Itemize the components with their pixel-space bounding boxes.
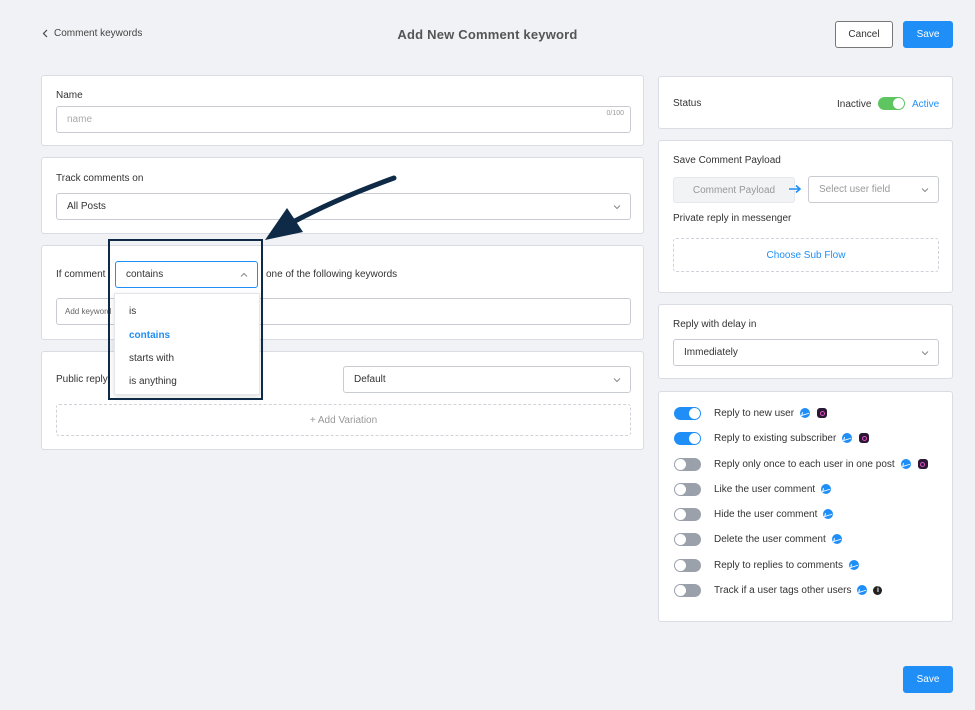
info-icon[interactable]: i xyxy=(873,585,883,595)
status-active-label: Active xyxy=(912,99,940,110)
toggle-knob xyxy=(675,509,686,520)
messenger-icon xyxy=(831,534,842,545)
page-title: Add New Comment keyword xyxy=(397,27,578,42)
track-tags-label: Track if a user tags other users xyxy=(714,585,852,596)
character-counter: 0/100 xyxy=(606,110,624,117)
public-reply-select[interactable]: Default xyxy=(343,366,631,393)
reply-once-toggle[interactable] xyxy=(674,458,701,471)
public-reply-label: Public reply xyxy=(56,374,108,385)
operator-dropdown-menu: is contains starts with is anything xyxy=(114,293,260,395)
reply-once-option: Reply only once to each user in one post xyxy=(714,459,928,470)
chevron-down-icon xyxy=(921,350,929,355)
track-comments-value: All Posts xyxy=(67,201,106,212)
delete-comment-label: Delete the user comment xyxy=(714,534,826,545)
keyword-placeholder: Add keyword xyxy=(65,307,112,316)
reply-existing-subscriber-option: Reply to existing subscriber xyxy=(714,433,870,444)
delete-comment-option: Delete the user comment xyxy=(714,534,842,545)
cancel-button[interactable]: Cancel xyxy=(835,21,893,48)
reply-existing-subscriber-toggle[interactable] xyxy=(674,432,701,445)
status-inactive-label: Inactive xyxy=(837,99,872,110)
delay-label: Reply with delay in xyxy=(673,319,757,330)
reply-once-label: Reply only once to each user in one post xyxy=(714,459,895,470)
messenger-icon xyxy=(823,509,834,520)
payload-card: Save Comment Payload Comment Payload Sel… xyxy=(658,140,953,293)
add-variation-label: + Add Variation xyxy=(309,414,378,426)
toggle-knob xyxy=(893,98,904,109)
delay-select[interactable]: Immediately xyxy=(673,339,939,366)
chevron-down-icon xyxy=(613,204,621,209)
reply-to-replies-toggle[interactable] xyxy=(674,559,701,572)
private-reply-label: Private reply in messenger xyxy=(673,213,792,224)
hide-comment-toggle[interactable] xyxy=(674,508,701,521)
track-tags-option: Track if a user tags other users i xyxy=(714,585,883,596)
reply-new-user-toggle[interactable] xyxy=(674,407,701,420)
chevron-down-icon xyxy=(613,377,621,382)
delay-value: Immediately xyxy=(684,347,738,358)
operator-value: contains xyxy=(126,269,164,280)
track-tags-toggle[interactable] xyxy=(674,584,701,597)
instagram-icon xyxy=(817,408,828,419)
operator-option-starts-with[interactable]: starts with xyxy=(129,353,174,364)
delay-card: Reply with delay in Immediately xyxy=(658,304,953,379)
instagram-icon xyxy=(859,433,870,444)
toggle-knob xyxy=(689,433,700,444)
condition-prefix: If comment xyxy=(56,269,106,280)
arrow-right-icon xyxy=(789,184,802,194)
toggle-knob xyxy=(675,459,686,470)
messenger-icon xyxy=(900,459,911,470)
messenger-icon xyxy=(857,585,868,596)
name-card: Name name 0/100 xyxy=(41,75,644,146)
toggle-knob xyxy=(675,585,686,596)
toggle-knob xyxy=(689,408,700,419)
messenger-icon xyxy=(848,560,859,571)
comment-payload-field: Comment Payload xyxy=(673,177,795,203)
choose-sub-flow-button[interactable]: Choose Sub Flow xyxy=(673,238,939,272)
like-comment-toggle[interactable] xyxy=(674,483,701,496)
save-button[interactable]: Save xyxy=(903,21,953,48)
name-placeholder: name xyxy=(67,114,93,125)
track-comments-label: Track comments on xyxy=(56,173,144,184)
operator-option-is-anything[interactable]: is anything xyxy=(129,376,177,387)
reply-to-replies-option: Reply to replies to comments xyxy=(714,560,859,571)
reply-new-user-option: Reply to new user xyxy=(714,408,828,419)
comment-payload-value: Comment Payload xyxy=(692,184,776,196)
like-comment-label: Like the user comment xyxy=(714,484,816,495)
name-input[interactable]: name 0/100 xyxy=(56,106,631,133)
save-button-bottom[interactable]: Save xyxy=(903,666,953,693)
toggle-knob xyxy=(675,484,686,495)
operator-option-contains[interactable]: contains xyxy=(129,330,170,341)
toggle-knob xyxy=(675,534,686,545)
operator-option-is[interactable]: is xyxy=(129,306,136,317)
status-toggle[interactable] xyxy=(878,97,905,110)
hide-comment-option: Hide the user comment xyxy=(714,509,834,520)
reply-new-user-label: Reply to new user xyxy=(714,408,795,419)
payload-label: Save Comment Payload xyxy=(673,155,781,166)
user-field-select[interactable]: Select user field xyxy=(808,176,939,203)
messenger-icon xyxy=(842,433,853,444)
toggle-knob xyxy=(675,560,686,571)
status-card: Status Inactive Active xyxy=(658,76,953,129)
reply-existing-subscriber-label: Reply to existing subscriber xyxy=(714,433,837,444)
operator-select[interactable]: contains xyxy=(115,261,258,288)
chevron-down-icon xyxy=(921,187,929,192)
reply-to-replies-label: Reply to replies to comments xyxy=(714,560,843,571)
chevron-up-icon xyxy=(240,272,248,277)
reply-options-card: Reply to new user Reply to existing subs… xyxy=(658,391,953,622)
annotation-arrow xyxy=(265,175,397,240)
messenger-icon xyxy=(800,408,811,419)
messenger-icon xyxy=(821,484,832,495)
condition-suffix: one of the following keywords xyxy=(266,269,398,280)
delete-comment-toggle[interactable] xyxy=(674,533,701,546)
status-label: Status xyxy=(673,98,702,109)
public-reply-value: Default xyxy=(354,374,386,385)
choose-sub-flow-label: Choose Sub Flow xyxy=(766,249,846,261)
add-variation-button[interactable]: + Add Variation xyxy=(56,404,631,436)
instagram-icon xyxy=(917,459,928,470)
top-bar: Comment keywords Add New Comment keyword… xyxy=(0,0,975,70)
name-label: Name xyxy=(56,90,83,101)
like-comment-option: Like the user comment xyxy=(714,484,832,495)
user-field-placeholder: Select user field xyxy=(819,184,891,195)
hide-comment-label: Hide the user comment xyxy=(714,509,818,520)
